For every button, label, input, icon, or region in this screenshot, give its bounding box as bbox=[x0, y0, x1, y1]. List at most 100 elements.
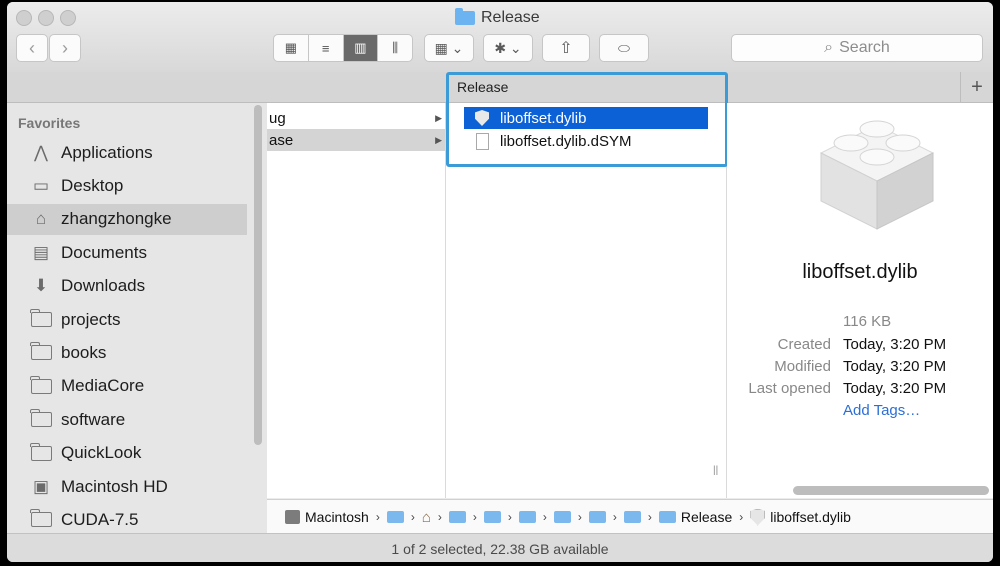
sidebar-item-label: CUDA-7.5 bbox=[61, 509, 139, 529]
hard-drive-icon: ▣ bbox=[32, 476, 50, 496]
chevron-right-icon: › bbox=[472, 510, 477, 524]
sidebar-item-documents[interactable]: ▤ Documents bbox=[7, 237, 247, 268]
close-window-button[interactable] bbox=[16, 10, 32, 26]
column-view-button[interactable]: ▥ bbox=[343, 35, 379, 61]
column-resize-handle[interactable]: || bbox=[713, 465, 718, 476]
search-field[interactable]: ⌕ Search bbox=[731, 34, 983, 62]
folder-icon bbox=[518, 511, 536, 523]
back-button[interactable]: ‹ bbox=[16, 34, 48, 62]
edit-tags-button[interactable]: ⬭ bbox=[599, 34, 649, 62]
path-segment-folder[interactable] bbox=[518, 511, 536, 523]
disclosure-arrow-icon: ▶ bbox=[435, 112, 442, 123]
sidebar-item-label: projects bbox=[61, 309, 121, 329]
dylib-lego-icon bbox=[819, 120, 935, 230]
column-highlight-frame bbox=[446, 72, 728, 167]
sidebar-item-quicklook[interactable]: QuickLook bbox=[7, 438, 247, 469]
sidebar-item-label: Applications bbox=[61, 142, 153, 162]
documents-icon: ▤ bbox=[32, 242, 50, 262]
window-title-label: Release bbox=[481, 9, 540, 26]
search-icon: ⌕ bbox=[824, 39, 834, 56]
path-segment-label: Macintosh bbox=[305, 509, 369, 525]
arrange-button[interactable]: ▦ ⌄ bbox=[424, 34, 474, 62]
action-gear-button[interactable]: ✱ ⌄ bbox=[483, 34, 533, 62]
folder-icon bbox=[658, 511, 676, 523]
folder-icon bbox=[623, 511, 641, 523]
created-value: Today, 3:20 PM bbox=[843, 336, 947, 353]
sidebar-item-label: QuickLook bbox=[61, 443, 142, 463]
sidebar-item-cuda-7-5[interactable]: CUDA-7.5 bbox=[7, 504, 247, 535]
folder-icon bbox=[30, 442, 52, 464]
path-segment-folder[interactable] bbox=[483, 511, 501, 523]
path-segment-file[interactable]: liboffset.dylib bbox=[750, 508, 851, 526]
sidebar-item-label: Downloads bbox=[61, 276, 146, 296]
window-title: Release bbox=[455, 8, 540, 28]
sidebar: Favorites ⋀ Applications ▭ Desktop ⌂ zhangzho… bbox=[7, 103, 267, 533]
chevron-right-icon: › bbox=[739, 510, 744, 524]
downloads-icon: ⬇ bbox=[33, 276, 49, 296]
path-segment-folder[interactable] bbox=[588, 511, 606, 523]
sidebar-item-label: Documents bbox=[61, 242, 147, 262]
horizontal-scrollbar[interactable] bbox=[793, 486, 989, 495]
list-item-label: ug bbox=[269, 109, 286, 127]
path-segment-folder[interactable] bbox=[448, 511, 466, 523]
add-tab-button[interactable]: + bbox=[960, 72, 993, 102]
sidebar-item-software[interactable]: software bbox=[7, 404, 247, 435]
path-segment-label: Release bbox=[680, 509, 733, 525]
list-item[interactable]: ug ▶ bbox=[267, 107, 445, 129]
hard-drive-icon bbox=[285, 510, 300, 524]
status-bar: 1 of 2 selected, 22.38 GB available bbox=[7, 533, 993, 562]
path-segment-macintosh[interactable]: Macintosh bbox=[285, 509, 369, 525]
preview-file-size: 116 KB bbox=[843, 313, 892, 330]
sidebar-item-projects[interactable]: projects bbox=[7, 304, 247, 335]
folder-icon bbox=[30, 509, 52, 531]
sidebar-item-label: zhangzhongke bbox=[61, 209, 172, 229]
last-opened-label: Last opened bbox=[748, 380, 831, 397]
sidebar-item-label: MediaCore bbox=[61, 376, 145, 396]
folder-icon bbox=[483, 511, 501, 523]
sidebar-item-zhangzhongke[interactable]: ⌂ zhangzhongke bbox=[7, 203, 247, 235]
path-bar: Macintosh › › ⌂ › › › › › › › Release › … bbox=[267, 499, 993, 534]
path-segment-users[interactable] bbox=[386, 511, 404, 523]
applications-icon: ⋀ bbox=[34, 142, 48, 162]
folder-icon bbox=[386, 511, 404, 523]
last-opened-value: Today, 3:20 PM bbox=[843, 380, 947, 397]
sidebar-item-label: Macintosh HD bbox=[61, 476, 168, 496]
home-icon: ⌂ bbox=[421, 508, 431, 526]
folder-icon bbox=[448, 511, 466, 523]
add-tags-link[interactable]: Add Tags… bbox=[843, 402, 920, 419]
path-segment-home[interactable]: ⌂ bbox=[422, 509, 431, 526]
icon-view-button[interactable]: ▦ bbox=[274, 35, 309, 61]
sidebar-item-label: books bbox=[61, 342, 107, 362]
path-segment-folder[interactable] bbox=[623, 511, 641, 523]
path-segment-folder[interactable] bbox=[553, 511, 571, 523]
folder-icon bbox=[30, 375, 52, 397]
chevron-right-icon: › bbox=[410, 510, 415, 524]
forward-button[interactable]: › bbox=[49, 34, 81, 62]
minimize-window-button[interactable] bbox=[38, 10, 54, 26]
chevron-right-icon: › bbox=[612, 510, 617, 524]
sidebar-item-desktop[interactable]: ▭ Desktop bbox=[7, 170, 247, 201]
list-item[interactable]: ase ▶ bbox=[267, 129, 445, 151]
search-placeholder: Search bbox=[839, 39, 890, 56]
sidebar-item-applications[interactable]: ⋀ Applications bbox=[7, 137, 247, 168]
path-segment-label: liboffset.dylib bbox=[770, 509, 851, 525]
chevron-right-icon: › bbox=[542, 510, 547, 524]
preview-pane: liboffset.dylib 116 KB Created Today, 3:… bbox=[727, 103, 993, 498]
sidebar-item-label: Desktop bbox=[61, 175, 124, 195]
preview-file-name: liboffset.dylib bbox=[802, 261, 918, 283]
share-button[interactable]: ⇧ bbox=[542, 34, 590, 62]
sidebar-item-downloads[interactable]: ⬇ Downloads bbox=[7, 271, 247, 302]
folder-icon bbox=[30, 409, 52, 431]
sidebar-item-mediacore[interactable]: MediaCore bbox=[7, 371, 247, 402]
sidebar-item-books[interactable]: books bbox=[7, 337, 247, 368]
cover-flow-button[interactable]: ⫼ bbox=[378, 35, 412, 61]
sidebar-item-macintosh-hd[interactable]: ▣ Macintosh HD bbox=[7, 471, 247, 502]
modified-label: Modified bbox=[774, 358, 831, 375]
parent-column: ug ▶ ase ▶ bbox=[267, 103, 446, 498]
path-segment-release[interactable]: Release bbox=[658, 509, 733, 525]
zoom-window-button[interactable] bbox=[60, 10, 76, 26]
list-item-label: ase bbox=[269, 131, 294, 149]
sidebar-scrollbar[interactable] bbox=[254, 105, 262, 445]
desktop-icon: ▭ bbox=[32, 175, 50, 195]
list-view-button[interactable]: ≡ bbox=[309, 35, 344, 61]
